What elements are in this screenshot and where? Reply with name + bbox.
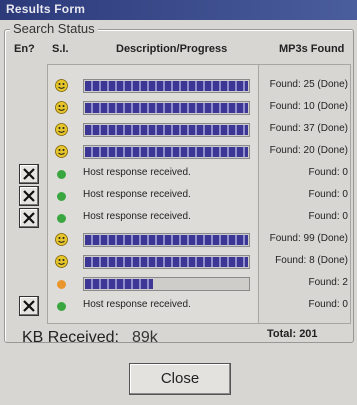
window-title: Results Form [6,2,86,16]
description-text: Host response received. [83,299,191,310]
progress-bar [83,255,250,269]
progress-fill [85,279,153,289]
progress-bar [83,145,250,159]
x-icon [23,190,35,202]
result-row: Found: 10 (Done) [0,97,357,119]
mp3s-found-value: Found: 25 (Done) [269,79,348,90]
green-status-dot-icon [57,214,66,223]
progress-bar [83,123,250,137]
description-text: Host response received. [83,189,191,200]
close-button[interactable]: Close [129,363,231,395]
orange-status-dot-icon [57,280,66,289]
progress-bar [83,101,250,115]
progress-fill [85,81,248,91]
progress-bar [83,233,250,247]
mp3s-found-value: Found: 2 [308,277,348,288]
mp3s-found-value: Found: 0 [308,211,348,222]
mp3s-found-value: Found: 20 (Done) [269,145,348,156]
mp3s-found-value: Found: 99 (Done) [269,233,348,244]
total-label: Total: [267,328,297,340]
mp3s-found-value: Found: 0 [308,189,348,200]
smiley-icon [55,233,68,246]
result-row: Host response received. Found: 0 [0,207,357,229]
result-row: Found: 99 (Done) [0,229,357,251]
enable-toggle[interactable] [19,296,39,316]
x-icon [23,168,35,180]
progress-fill [85,125,248,135]
header-en: En? [14,43,35,55]
header-mp3s-found: MP3s Found [279,43,345,55]
x-icon [23,212,35,224]
total-found: Total: 201 [267,328,318,340]
mp3s-found-value: Found: 0 [308,299,348,310]
header-description: Description/Progress [116,43,228,55]
progress-bar [83,79,250,93]
smiley-icon [55,79,68,92]
group-label: Search Status [10,21,98,36]
mp3s-found-value: Found: 37 (Done) [269,123,348,134]
green-status-dot-icon [57,302,66,311]
result-row: Found: 37 (Done) [0,119,357,141]
kb-received-label: KB Received: [22,329,119,346]
title-bar: Results Form [0,0,357,20]
result-row: Host response received. Found: 0 [0,185,357,207]
mp3s-found-value: Found: 0 [308,167,348,178]
kb-received-value: 89k [132,329,158,346]
smiley-icon [55,123,68,136]
result-row: Host response received. Found: 0 [0,295,357,317]
progress-fill [85,103,248,113]
progress-fill [85,257,248,267]
progress-bar [83,277,250,291]
result-row: Found: 8 (Done) [0,251,357,273]
mp3s-found-value: Found: 10 (Done) [269,101,348,112]
progress-fill [85,147,248,157]
green-status-dot-icon [57,170,66,179]
description-text: Host response received. [83,211,191,222]
smiley-icon [55,145,68,158]
description-text: Host response received. [83,167,191,178]
x-icon [23,300,35,312]
result-row: Found: 25 (Done) [0,75,357,97]
smiley-icon [55,255,68,268]
enable-toggle[interactable] [19,164,39,184]
enable-toggle[interactable] [19,186,39,206]
smiley-icon [55,101,68,114]
enable-toggle[interactable] [19,208,39,228]
progress-fill [85,235,248,245]
result-row: Found: 2 [0,273,357,295]
header-si: S.I. [52,43,69,55]
mp3s-found-value: Found: 8 (Done) [275,255,348,266]
green-status-dot-icon [57,192,66,201]
result-row: Host response received. Found: 0 [0,163,357,185]
total-value: 201 [299,328,318,340]
result-row: Found: 20 (Done) [0,141,357,163]
